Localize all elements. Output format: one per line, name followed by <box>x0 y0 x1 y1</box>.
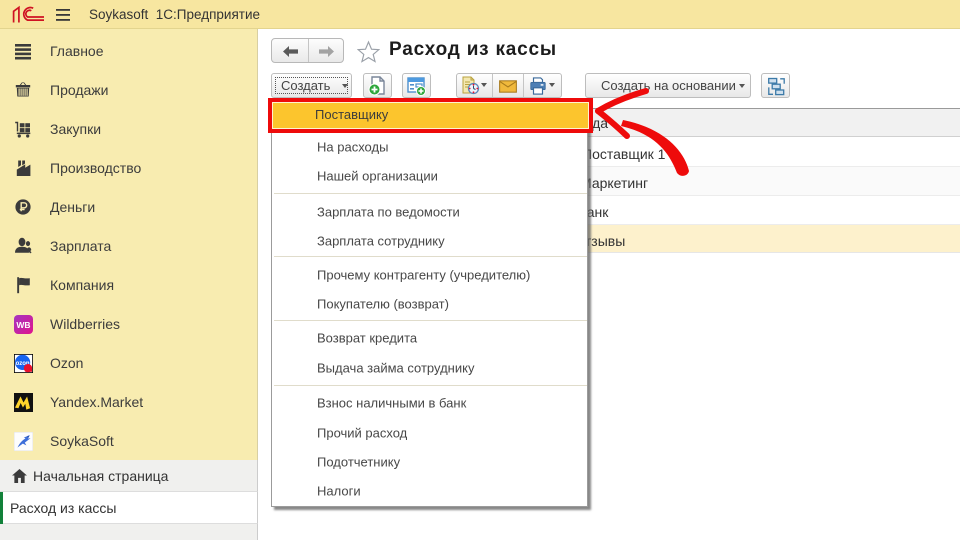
svg-text:WB: WB <box>16 320 30 330</box>
